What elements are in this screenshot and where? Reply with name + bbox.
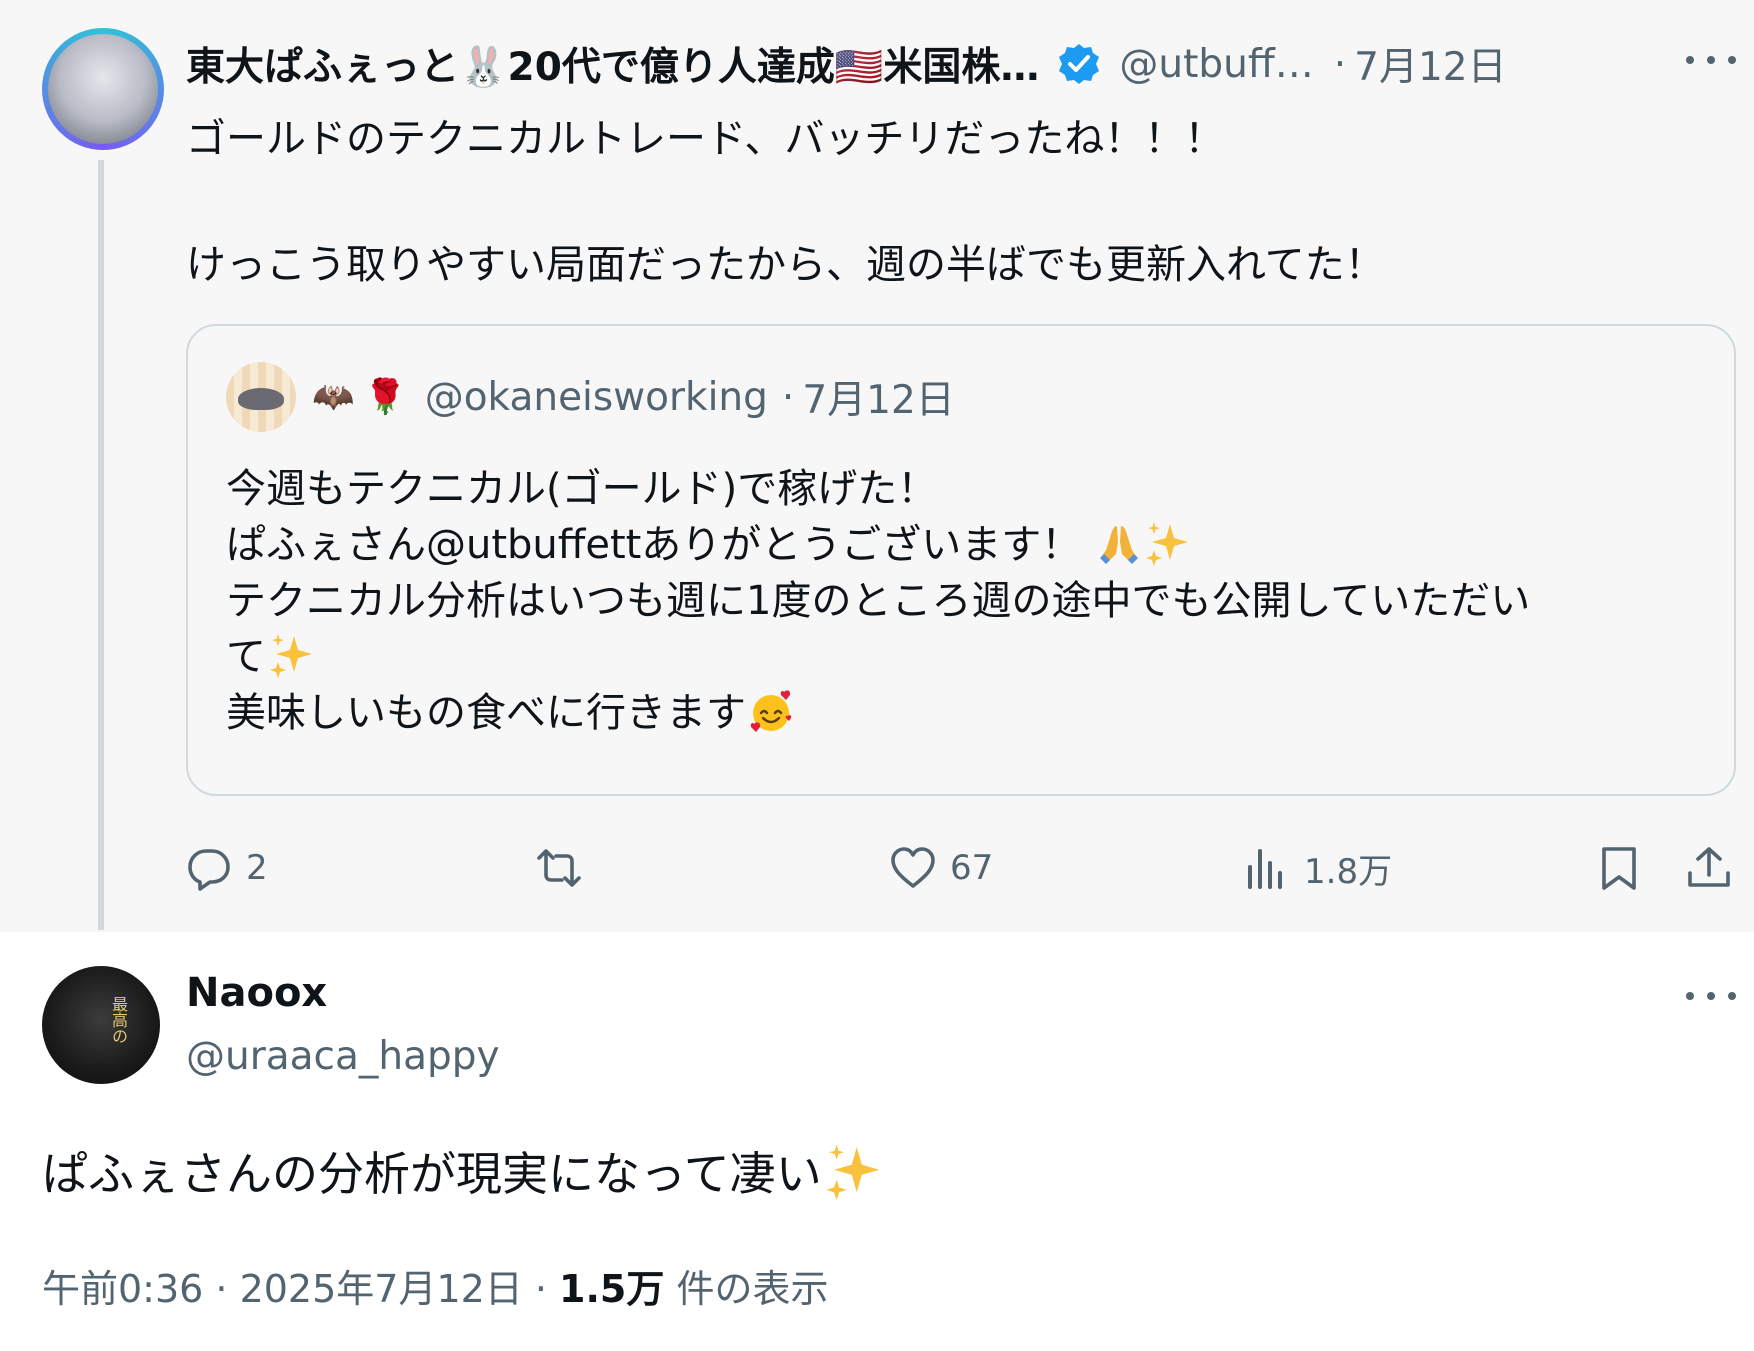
tweet-text-line: ゴールドのテクニカルトレード、バッチリだったね！！！ [186,116,1225,162]
author-name[interactable]: 東大ぱふぇっと🐰20代で億り人達成🇺🇸米国株… [186,36,1039,92]
reply-text: ぱふぇさんの分析が現実になって凄い [42,1138,882,1204]
thread-connector-line [98,160,104,930]
parent-tweet[interactable]: 東大ぱふぇっと🐰20代で億り人達成🇺🇸米国株… @utbuff… · 7月12日… [0,0,1754,932]
reply-count: 2 [246,848,268,888]
smiling-hearts-icon [750,690,792,732]
tweet-text-line: けっこう取りやすい局面だったから、週の半ばでも更新入れてた！ [186,242,1385,288]
sparkles-icon [1144,520,1190,566]
like-button[interactable]: 67 [890,838,993,898]
reply-author-handle[interactable]: @uraaca_happy [186,1034,500,1079]
rose-icon: 🌹 [364,377,407,417]
view-count: 1.8万 [1304,851,1393,892]
bookmark-icon [1602,847,1636,890]
view-label: 件の表示 [664,1267,829,1311]
tweet-header: 東大ぱふぇっと🐰20代で億り人達成🇺🇸米国株… @utbuff… · 7月12日 [186,36,1746,92]
author-handle[interactable]: @utbuff… [1119,42,1313,87]
quoted-author-avatar [226,362,296,432]
reply-icon [188,849,230,891]
like-count: 67 [950,848,994,888]
quoted-text-line: ぱふぇさん@utbuffettありがとうございます！ [226,512,1190,570]
bat-icon: 🦇 [312,377,355,417]
separator-dot: · [781,374,795,420]
bookmark-button[interactable] [1596,838,1642,898]
verified-badge-icon [1059,44,1100,84]
repost-button[interactable] [536,838,596,898]
pray-icon [1100,526,1139,564]
quoted-text-line: て [226,624,314,682]
timestamp[interactable]: 午前0:36 · 2025年7月12日 · [42,1267,559,1311]
repost-icon [537,849,581,887]
reply-author-name[interactable]: Naoox [186,970,327,1016]
quoted-text-line: 美味しいもの食べに行きます [226,680,794,738]
tweet-date[interactable]: 7月12日 [1354,36,1506,92]
sparkles-icon [268,632,314,678]
more-icon[interactable] [1686,50,1736,70]
share-icon [1688,847,1730,887]
reply-button[interactable]: 2 [186,838,268,898]
reply-author-avatar[interactable]: 最高の [42,966,160,1084]
quoted-tweet[interactable]: 🦇 🌹 @okaneisworking · 7月12日 今週もテクニカル(ゴール… [186,324,1736,796]
author-avatar[interactable] [42,28,164,150]
heart-icon [891,847,935,888]
quoted-text-line: テクニカル分析はいつも週に1度のところ週の途中でも公開していただい [226,578,1531,624]
share-button[interactable] [1686,838,1732,898]
tweet-meta: 午前0:36 · 2025年7月12日 · 1.5万 件の表示 [42,1258,828,1313]
view-count-total: 1.5万 [559,1267,665,1311]
quoted-text-line: 今週もテクニカル(ゴールド)で稼げた！ [226,466,938,512]
quoted-tweet-date: 7月12日 [802,378,955,423]
quoted-tweet-header: 🦇 🌹 @okaneisworking · 7月12日 [226,362,955,432]
sparkles-icon [824,1142,882,1200]
views-icon [1248,849,1282,889]
separator-dot: · [1333,41,1347,87]
more-icon[interactable] [1686,986,1736,1006]
views-button[interactable]: 1.8万 [1244,838,1392,898]
quoted-author-handle: @okaneisworking [424,374,768,420]
